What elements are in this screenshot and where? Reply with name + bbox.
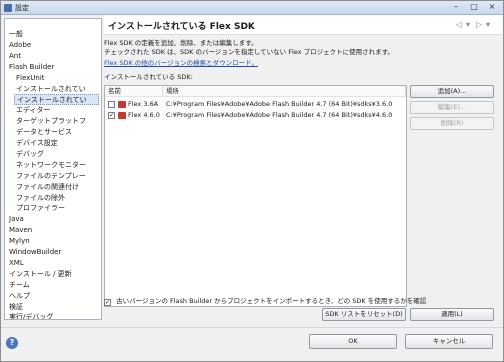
table-row[interactable]: ✓ Flex 4.6.0 C:¥Program Files¥Adobe¥Adobe …	[105, 110, 406, 121]
page-title: インストールされている Flex SDK	[108, 22, 255, 32]
apply-button[interactable]: 適用(L)	[410, 308, 494, 321]
tree-item[interactable]: Mylyn	[7, 236, 99, 247]
sdk-location: C:¥Program Files¥Adobe¥Adobe Flash Build…	[166, 111, 393, 119]
import-prompt-option[interactable]: ✓ 古いバージョンの Flash Builder からプロジェクトをインポートす…	[104, 295, 427, 306]
import-prompt-label: 古いバージョンの Flash Builder からプロジェクトをインポートすると…	[116, 297, 427, 305]
tree-item[interactable]: FlexUnit	[14, 73, 99, 84]
tree-item[interactable]: ターゲットプラットフ	[14, 116, 99, 127]
tree-item[interactable]: プロファイラー	[14, 203, 99, 214]
dialog-button-bar: ? OK キャンセル	[1, 327, 503, 361]
minimize-icon[interactable]: –	[447, 1, 465, 13]
tree-item[interactable]: デバイス設定	[14, 138, 99, 149]
tree-item[interactable]: 一般	[7, 29, 99, 40]
import-prompt-checkbox[interactable]: ✓	[104, 299, 111, 306]
sdk-name: Flex 4.6.0	[128, 111, 160, 119]
maximize-icon[interactable]: □	[465, 1, 483, 13]
edit-sdk-button[interactable]: 編集(E)...	[410, 101, 494, 114]
add-sdk-button[interactable]: 追加(A)...	[410, 85, 494, 98]
tree-item[interactable]: ファイルのテンプレー	[14, 171, 99, 182]
table-row[interactable]: Flex 3.6A C:¥Program Files¥Adobe¥Adobe Fl…	[105, 99, 406, 110]
sdk-download-link[interactable]: Flex SDK の他のバージョンの検索とダウンロード。	[104, 59, 404, 68]
tree-item[interactable]: Ant	[7, 51, 99, 62]
installed-sdk-label: インストールされている SDK:	[104, 73, 193, 81]
sdk-default-checkbox[interactable]	[108, 101, 115, 108]
back-menu-icon[interactable]: ▾	[466, 20, 470, 29]
cancel-button[interactable]: キャンセル	[405, 334, 493, 349]
description-line-2: チェックされた SDK は、SDK のバージョンを指定していない Flex プロ…	[104, 48, 394, 56]
tree-item[interactable]: ファイルの除外	[14, 193, 99, 204]
tree-item[interactable]: WindowBuilder	[7, 247, 99, 258]
tree-item[interactable]: Adobe	[7, 40, 99, 51]
page-header: インストールされている Flex SDK ◁ ▾ ▷ ▾	[104, 15, 502, 35]
tree-item[interactable]: エディター	[14, 105, 99, 116]
preference-page: インストールされている Flex SDK ◁ ▾ ▷ ▾ Flex SDK の定…	[104, 15, 502, 325]
close-icon[interactable]: ×	[483, 1, 501, 13]
app-icon	[4, 4, 12, 12]
tree-item[interactable]: ファイルの関連付け	[14, 182, 99, 193]
tree-item[interactable]: ヘルプ	[7, 291, 99, 302]
tree-item[interactable]: ネットワークモニター	[14, 160, 99, 171]
forward-arrow-icon[interactable]: ▷	[476, 20, 482, 29]
flex-sdk-icon	[118, 101, 126, 108]
title-bar: 設定 – □ ×	[1, 1, 503, 15]
tree-item[interactable]: Flash Builder	[7, 62, 99, 73]
tree-item[interactable]: XML	[7, 258, 99, 269]
tree-item[interactable]: チーム	[7, 280, 99, 291]
reset-sdk-list-button[interactable]: SDK リストをリセット(D)	[322, 308, 406, 321]
back-arrow-icon[interactable]: ◁	[456, 20, 462, 29]
ok-button[interactable]: OK	[309, 334, 397, 349]
window-title: 設定	[15, 4, 29, 12]
tree-item[interactable]: Java	[7, 214, 99, 225]
tree-item[interactable]: 検証	[7, 302, 99, 313]
sdk-name: Flex 3.6A	[128, 100, 159, 108]
tree-item[interactable]: 実行/デバッグ	[7, 312, 99, 319]
description-line-1: Flex SDK の定義を追加、削除、または編集します。	[104, 39, 258, 47]
column-header-name[interactable]: 名前	[105, 86, 163, 97]
forward-menu-icon[interactable]: ▾	[486, 20, 490, 29]
sdk-location: C:¥Program Files¥Adobe¥Adobe Flash Build…	[166, 100, 393, 108]
column-header-location[interactable]: 場所	[163, 86, 406, 97]
tree-item[interactable]: データとサービス	[14, 127, 99, 138]
help-icon[interactable]: ?	[6, 337, 18, 349]
tree-item[interactable]: インストールされてい	[14, 94, 99, 106]
remove-sdk-button[interactable]: 削除(R)	[410, 117, 494, 130]
tree-item[interactable]: インストールされてい	[14, 84, 99, 95]
sdk-default-checkbox[interactable]: ✓	[108, 112, 115, 119]
tree-item[interactable]: デバッグ	[14, 149, 99, 160]
preference-tree: 一般 Adobe Ant Flash Builder FlexUnit インストールされて…	[4, 18, 102, 320]
sdk-table: 名前 場所 Flex 3.6A C:¥Program Files¥Adobe¥Ad…	[104, 85, 407, 307]
flex-sdk-icon	[118, 112, 126, 119]
tree-item[interactable]: インストール / 更新	[7, 269, 99, 280]
preferences-window: 設定 – □ × 一般 Adobe Ant Flash Builder FlexUnit…	[0, 0, 504, 362]
tree-item[interactable]: Maven	[7, 225, 99, 236]
